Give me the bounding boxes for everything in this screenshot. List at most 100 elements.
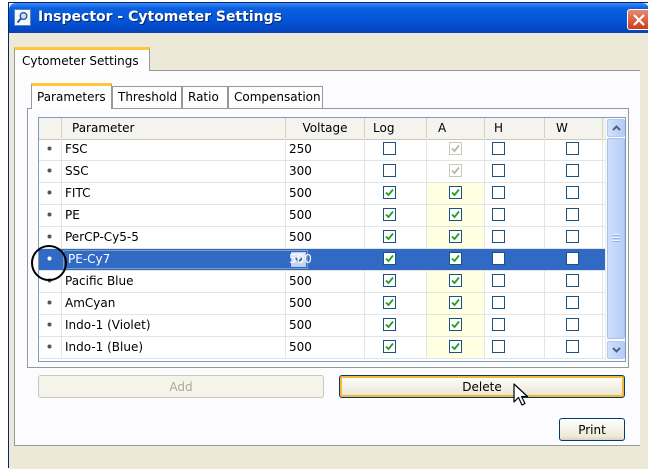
log-checkbox[interactable] <box>383 296 396 309</box>
a-checkbox[interactable] <box>449 340 462 353</box>
bullet-icon <box>47 146 52 151</box>
a-checkbox[interactable] <box>449 274 462 287</box>
header-w[interactable]: W <box>545 118 603 138</box>
a-checkbox[interactable] <box>449 230 462 243</box>
table-row[interactable]: Indo-1 (Blue) 500 <box>39 337 605 359</box>
tab-ratio[interactable]: Ratio <box>182 86 228 108</box>
a-checkbox[interactable] <box>449 296 462 309</box>
w-checkbox[interactable] <box>566 230 579 243</box>
h-checkbox[interactable] <box>492 340 505 353</box>
tab-compensation[interactable]: Compensation <box>228 86 323 108</box>
voltage-cell[interactable]: 300 <box>286 161 365 182</box>
log-checkbox[interactable] <box>383 252 396 265</box>
h-checkbox[interactable] <box>492 230 505 243</box>
log-checkbox[interactable] <box>383 186 396 199</box>
voltage-cell[interactable]: 500 <box>286 293 365 314</box>
h-checkbox[interactable] <box>492 274 505 287</box>
h-checkbox[interactable] <box>492 186 505 199</box>
header-voltage[interactable]: Voltage <box>286 118 365 138</box>
w-checkbox[interactable] <box>566 164 579 177</box>
log-checkbox[interactable] <box>383 318 396 331</box>
header-a[interactable]: A <box>427 118 485 138</box>
parameter-cell[interactable]: Pacific Blue <box>62 271 286 292</box>
a-checkbox[interactable] <box>449 186 462 199</box>
scroll-up-button[interactable] <box>607 119 625 137</box>
delete-button[interactable]: Delete <box>339 375 625 398</box>
row-marker[interactable] <box>39 293 62 314</box>
parameter-cell[interactable]: AmCyan <box>62 293 286 314</box>
a-checkbox[interactable] <box>449 318 462 331</box>
w-checkbox[interactable] <box>566 252 579 265</box>
a-checkbox[interactable] <box>449 208 462 221</box>
parameter-cell[interactable]: Indo-1 (Violet) <box>62 315 286 336</box>
close-button[interactable] <box>627 9 648 30</box>
tab-cytometer-settings[interactable]: Cytometer Settings <box>14 47 150 71</box>
voltage-cell[interactable]: 500 <box>286 337 365 358</box>
parameter-cell[interactable]: FITC <box>62 183 286 204</box>
voltage-cell[interactable]: 500 <box>286 227 365 248</box>
table-row[interactable]: Pacific Blue 500 <box>39 271 605 293</box>
table-row[interactable]: PE 500 <box>39 205 605 227</box>
log-checkbox[interactable] <box>383 142 396 155</box>
h-checkbox[interactable] <box>492 296 505 309</box>
header-log[interactable]: Log <box>365 118 427 138</box>
tab-threshold[interactable]: Threshold <box>112 86 182 108</box>
table-row[interactable]: FSC 250 <box>39 139 605 161</box>
table-row[interactable]: PerCP-Cy5-5 500 <box>39 227 605 249</box>
title-bar[interactable]: Inspector - Cytometer Settings <box>9 3 648 33</box>
a-checkbox[interactable] <box>449 252 462 265</box>
w-checkbox[interactable] <box>566 142 579 155</box>
parameter-cell[interactable]: PerCP-Cy5-5 <box>62 227 286 248</box>
a-cell <box>427 337 485 358</box>
row-marker[interactable] <box>39 161 62 182</box>
scroll-thumb[interactable] <box>607 138 625 339</box>
h-checkbox[interactable] <box>492 142 505 155</box>
row-marker[interactable] <box>39 315 62 336</box>
log-checkbox[interactable] <box>383 340 396 353</box>
row-marker[interactable] <box>39 139 62 160</box>
log-checkbox[interactable] <box>383 274 396 287</box>
voltage-cell[interactable]: 500 <box>286 271 365 292</box>
row-marker[interactable] <box>39 337 62 358</box>
log-checkbox[interactable] <box>383 208 396 221</box>
table-row[interactable]: SSC 300 <box>39 161 605 183</box>
w-checkbox[interactable] <box>566 296 579 309</box>
w-checkbox[interactable] <box>566 318 579 331</box>
parameter-combobox[interactable]: PE-Cy7 <box>63 250 308 269</box>
voltage-cell[interactable]: 500 <box>286 315 365 336</box>
parameter-cell[interactable]: FSC <box>62 139 286 160</box>
parameter-cell[interactable]: SSC <box>62 161 286 182</box>
table-row[interactable]: PE-Cy7 500 <box>39 249 605 271</box>
voltage-cell[interactable]: 500 <box>286 183 365 204</box>
tab-parameters[interactable]: Parameters <box>31 83 112 109</box>
row-marker[interactable] <box>39 183 62 204</box>
voltage-cell[interactable]: 500 <box>286 205 365 226</box>
scroll-down-button[interactable] <box>607 341 625 359</box>
h-checkbox[interactable] <box>492 164 505 177</box>
voltage-cell[interactable]: 250 <box>286 139 365 160</box>
parameter-cell[interactable]: Indo-1 (Blue) <box>62 337 286 358</box>
w-checkbox[interactable] <box>566 274 579 287</box>
add-button[interactable]: Add <box>38 375 324 398</box>
w-checkbox[interactable] <box>566 186 579 199</box>
row-marker[interactable] <box>39 205 62 226</box>
table-row[interactable]: AmCyan 500 <box>39 293 605 315</box>
voltage-cell[interactable]: 500 <box>286 249 365 270</box>
h-checkbox[interactable] <box>492 318 505 331</box>
w-checkbox[interactable] <box>566 340 579 353</box>
chevron-down-icon <box>612 347 621 353</box>
w-checkbox[interactable] <box>566 208 579 221</box>
log-checkbox[interactable] <box>383 230 396 243</box>
parameter-cell[interactable]: PE <box>62 205 286 226</box>
header-parameter[interactable]: Parameter <box>62 118 286 138</box>
h-checkbox[interactable] <box>492 208 505 221</box>
log-checkbox[interactable] <box>383 164 396 177</box>
parameter-cell[interactable]: PE-Cy7 <box>62 249 308 270</box>
header-h[interactable]: H <box>485 118 545 138</box>
chevron-up-icon <box>612 125 621 131</box>
vertical-scrollbar[interactable] <box>605 118 625 361</box>
table-row[interactable]: Indo-1 (Violet) 500 <box>39 315 605 337</box>
h-checkbox[interactable] <box>492 252 505 265</box>
print-button[interactable]: Print <box>559 418 625 441</box>
table-row[interactable]: FITC 500 <box>39 183 605 205</box>
